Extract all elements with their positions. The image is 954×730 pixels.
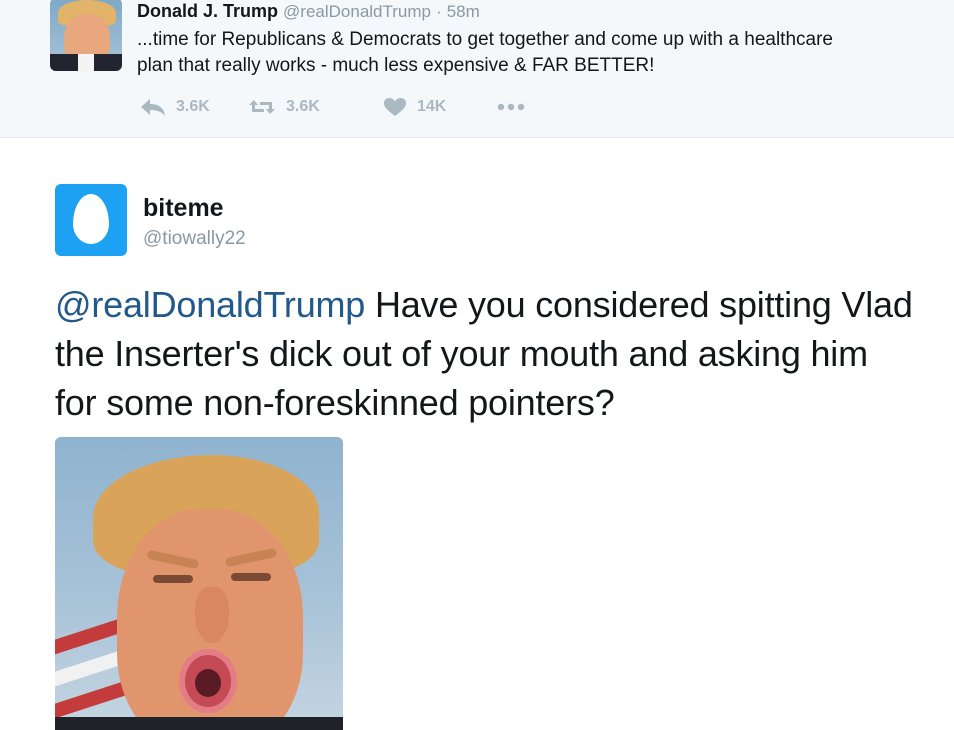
parent-timestamp[interactable]: 58m (447, 2, 480, 21)
egg-icon (73, 194, 109, 244)
parent-author-name[interactable]: Donald J. Trump (137, 1, 278, 21)
reply-count: 3.6K (176, 98, 210, 115)
avatar-collar (78, 54, 94, 71)
like-button[interactable]: 14K (383, 97, 496, 117)
retweet-count: 3.6K (286, 98, 320, 115)
parent-author-handle[interactable]: @realDonaldTrump (283, 2, 431, 21)
attached-photo[interactable] (55, 437, 343, 730)
retweet-icon (248, 97, 276, 117)
like-count: 14K (417, 98, 447, 115)
photo-suit (55, 717, 343, 730)
reply-button[interactable]: 3.6K (140, 97, 248, 117)
reply-icon (140, 97, 166, 117)
reply-tweet-text: @realDonaldTrump Have you considered spi… (55, 280, 915, 427)
reply-author-name[interactable]: biteme (143, 194, 224, 222)
parent-author-avatar[interactable] (50, 0, 122, 71)
heart-icon (383, 97, 407, 117)
retweet-button[interactable]: 3.6K (248, 97, 383, 117)
parent-tweet-actions: 3.6K 3.6K 14K (140, 94, 536, 120)
photo-eye (231, 573, 271, 581)
header-separator: · (436, 2, 442, 21)
mention-link[interactable]: @realDonaldTrump (55, 284, 365, 325)
reply-author-avatar[interactable] (55, 184, 127, 256)
photo-mouth-inner (195, 669, 221, 697)
parent-tweet[interactable]: Donald J. Trump @realDonaldTrump · 58m .… (0, 0, 954, 138)
photo-eye (153, 575, 193, 583)
parent-tweet-text: ...time for Republicans & Democrats to g… (137, 29, 833, 76)
reply-author-handle[interactable]: @tiowally22 (143, 227, 246, 251)
photo-nose (195, 587, 229, 643)
more-dots-icon (496, 102, 526, 112)
parent-tweet-header: Donald J. Trump @realDonaldTrump · 58m (137, 0, 480, 23)
more-button[interactable] (496, 102, 536, 112)
